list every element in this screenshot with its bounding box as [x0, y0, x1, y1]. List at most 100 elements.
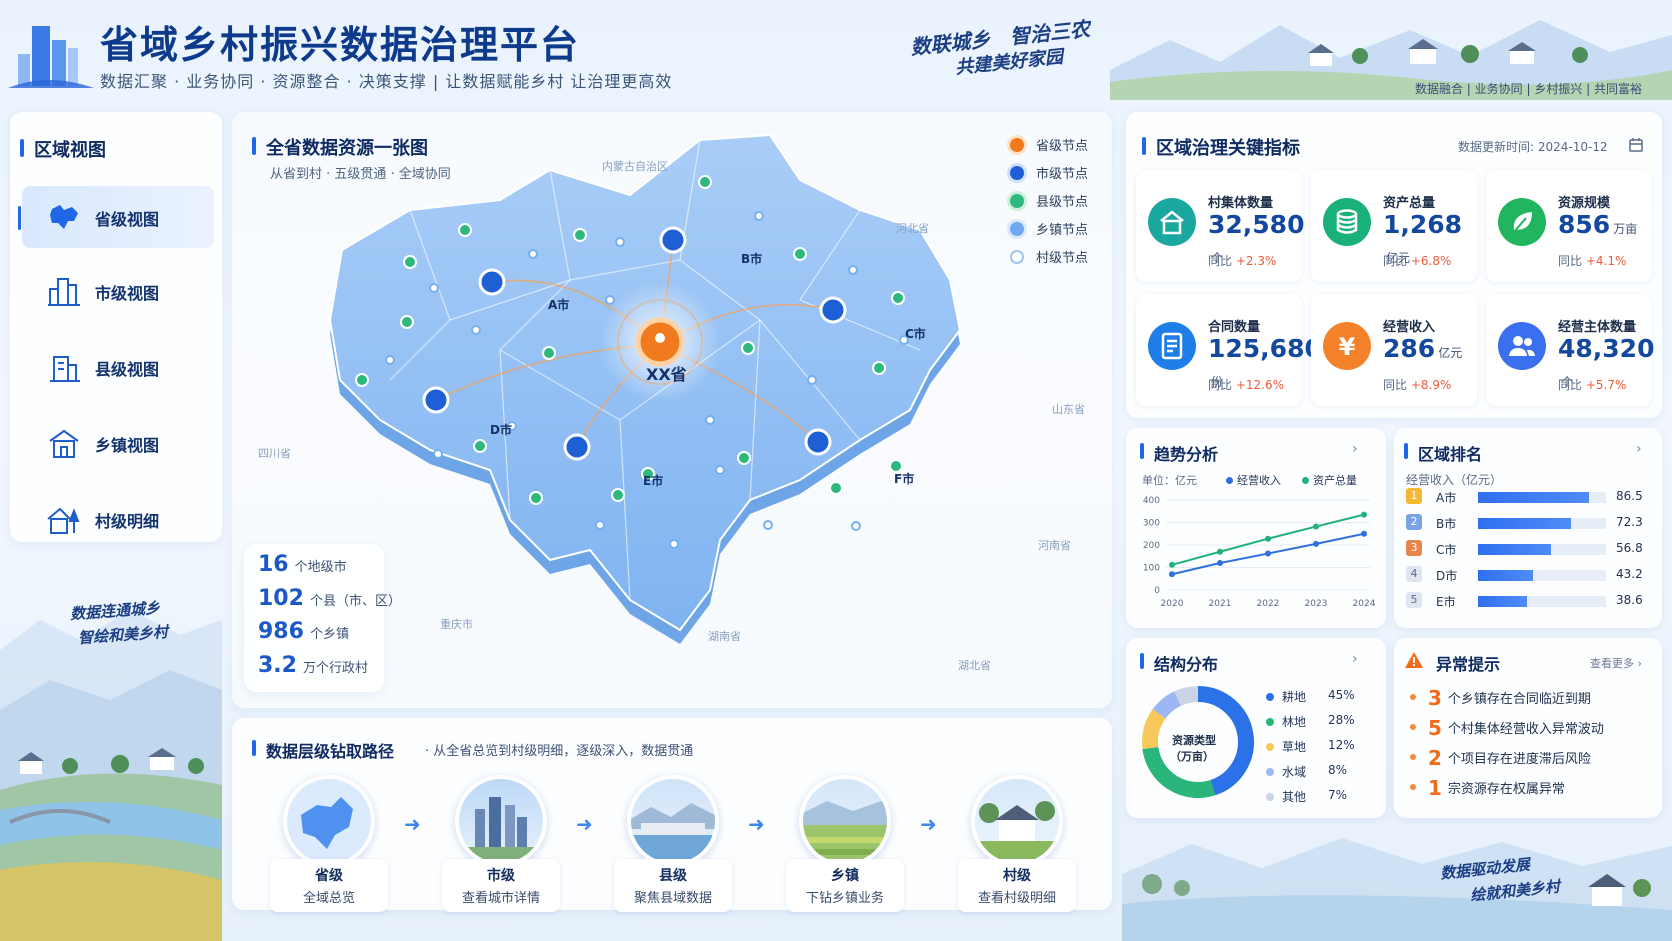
chevron-right-icon[interactable]: › — [1352, 441, 1358, 457]
province-map[interactable] — [300, 120, 1040, 680]
sidebar-item-town[interactable]: 乡镇视图 — [22, 412, 214, 474]
city-thumbnail — [455, 775, 547, 867]
data-point[interactable] — [1169, 561, 1175, 568]
alerts-more-link[interactable]: 查看更多 › — [1590, 655, 1642, 671]
rank-bar-track — [1478, 544, 1606, 555]
kpi-card-assets[interactable]: 资产总量 1,268亿元 同比 +6.8% — [1311, 170, 1477, 282]
region-label: 内蒙古自治区 — [602, 160, 668, 173]
sidebar-title: 区域视图 — [20, 136, 106, 162]
kpi-label: 经营主体数量 — [1558, 320, 1637, 335]
data-point[interactable] — [1265, 535, 1271, 542]
warning-icon — [1405, 652, 1423, 668]
sidebar-item-county[interactable]: 县级视图 — [22, 336, 214, 398]
rank-bar-track — [1478, 596, 1606, 607]
calendar-icon[interactable] — [1628, 137, 1644, 153]
kpi-yoy: 同比 +5.7% — [1558, 378, 1627, 392]
rank-value: 72.3 — [1616, 515, 1643, 529]
kpi-card-villages[interactable]: 村集体数量 32,580个 同比 +2.3% — [1136, 170, 1304, 282]
y-tick-label: 200 — [1143, 541, 1160, 551]
county-thumbnail — [627, 775, 719, 867]
chevron-right-icon[interactable]: › — [1636, 441, 1642, 457]
map-city-f[interactable]: F市 — [894, 470, 914, 487]
blue-dot-icon — [1010, 166, 1024, 180]
sidebar-item-city[interactable]: 市级视图 — [22, 260, 214, 322]
chevron-right-icon[interactable]: › — [1352, 651, 1358, 667]
town-house-icon — [49, 429, 79, 458]
donut-slice[interactable] — [1174, 686, 1199, 706]
ranking-row[interactable]: 1 A市 86.5 — [1406, 488, 1643, 508]
donut-slice[interactable] — [1142, 709, 1166, 750]
kpi-yoy: 同比 +8.9% — [1383, 378, 1452, 392]
drill-level-city[interactable]: 市级 查看城市详情 — [442, 775, 560, 912]
region-label: 重庆市 — [440, 618, 473, 631]
svg-text:¥: ¥ — [1339, 333, 1356, 361]
orange-dot-icon — [1010, 138, 1024, 152]
green-dot-icon — [1010, 194, 1024, 208]
rank-value: 56.8 — [1616, 541, 1643, 555]
rank-bar — [1478, 570, 1534, 581]
donut-slice[interactable] — [1152, 691, 1182, 719]
legend-city-node: 市级节点 — [1010, 163, 1088, 182]
ranking-row[interactable]: 4 D市 43.2 — [1406, 566, 1643, 586]
trend-line-chart[interactable]: 400 300 200 100 02020 2021 2022 2023 2024 — [1130, 490, 1380, 620]
trend-unit: 单位：亿元 — [1142, 474, 1197, 487]
map-center-label: XX省 — [646, 365, 687, 384]
map-city-b[interactable]: B市 — [741, 250, 762, 267]
map-city-e[interactable]: E市 — [643, 472, 663, 489]
map-city-c[interactable]: C市 — [905, 325, 926, 342]
rank-bar — [1478, 544, 1551, 555]
structure-legend-item: 草地 12% — [1266, 738, 1356, 755]
footer-landscape-illustration — [1122, 838, 1672, 941]
alert-item[interactable]: 3 个乡镇存在合同临近到期 — [1410, 686, 1591, 710]
ranking-row[interactable]: 2 B市 72.3 — [1406, 514, 1643, 534]
data-point[interactable] — [1169, 571, 1175, 578]
town-thumbnail — [799, 775, 891, 867]
sidebar-item-village[interactable]: 村级明细 — [22, 488, 214, 550]
data-point[interactable] — [1361, 530, 1367, 537]
rank-bar — [1478, 492, 1589, 503]
region-label: 湖北省 — [958, 659, 991, 672]
arrow-right-icon: ➜ — [748, 812, 765, 836]
rank-name: E市 — [1436, 595, 1456, 609]
data-point[interactable] — [1217, 560, 1223, 566]
data-point[interactable] — [1313, 523, 1319, 530]
header-skyline-icon — [8, 26, 94, 88]
map-city-d[interactable]: D市 — [490, 421, 512, 438]
donut-center-line1: 资源类型 — [1172, 734, 1216, 747]
drill-level-village[interactable]: 村级 查看村级明细 — [958, 775, 1076, 912]
rank-bar-track — [1478, 492, 1606, 503]
trend-legend-assets: 资产总量 — [1302, 472, 1357, 488]
alerts-title: 异常提示 — [1436, 655, 1501, 674]
page-subtitle: 数据汇聚 · 业务协同 · 资源整合 · 决策支撑 | 让数据赋能乡村 让治理更… — [100, 72, 673, 91]
legend-town-node: 乡镇节点 — [1010, 219, 1088, 238]
drill-level-name: 市级 — [487, 868, 515, 884]
update-time: 数据更新时间: 2024-10-12 — [1458, 140, 1608, 154]
data-point[interactable] — [1313, 540, 1319, 547]
drill-level-province[interactable]: 省级 全域总览 — [270, 775, 388, 912]
alert-item[interactable]: 2 个项目存在进度滞后风险 — [1410, 746, 1591, 770]
kpi-card-contracts[interactable]: 合同数量 125,680份 同比 +12.6% — [1136, 294, 1322, 406]
drill-level-town[interactable]: 乡镇 下钻乡镇业务 — [786, 775, 904, 912]
sidebar-item-label: 市级视图 — [95, 284, 160, 303]
drill-level-county[interactable]: 县级 聚焦县域数据 — [614, 775, 732, 912]
alert-item[interactable]: 5 个村集体经营收入异常波动 — [1410, 716, 1604, 740]
drill-level-desc: 查看村级明细 — [977, 891, 1056, 906]
ranking-row[interactable]: 5 E市 38.6 — [1406, 592, 1643, 612]
kpi-card-resources[interactable]: 资源规模 856 万亩 同比 +4.1% — [1486, 170, 1652, 282]
province-map-icon — [50, 205, 78, 229]
data-point[interactable] — [1361, 511, 1367, 518]
rank-bar-track — [1478, 570, 1606, 581]
alert-item[interactable]: 1 宗资源存在权属异常 — [1410, 776, 1565, 800]
page-title: 省域乡村振兴数据治理平台 — [100, 23, 581, 67]
data-point[interactable] — [1217, 548, 1223, 555]
sidebar-item-province[interactable]: 省级视图 — [22, 186, 214, 248]
data-point[interactable] — [1265, 550, 1271, 557]
rank-bar — [1478, 518, 1571, 529]
kpi-card-revenue[interactable]: ¥ 经营收入 286 亿元 同比 +8.9% — [1311, 294, 1477, 406]
kpi-card-entities[interactable]: 经营主体数量 48,320个 同比 +5.7% — [1486, 294, 1654, 406]
region-label: 河北省 — [896, 222, 929, 235]
map-city-a[interactable]: A市 — [548, 296, 569, 313]
ranking-row[interactable]: 3 C市 56.8 — [1406, 540, 1643, 560]
drill-level-name: 省级 — [315, 868, 343, 884]
x-tick-label: 2021 — [1209, 599, 1232, 609]
